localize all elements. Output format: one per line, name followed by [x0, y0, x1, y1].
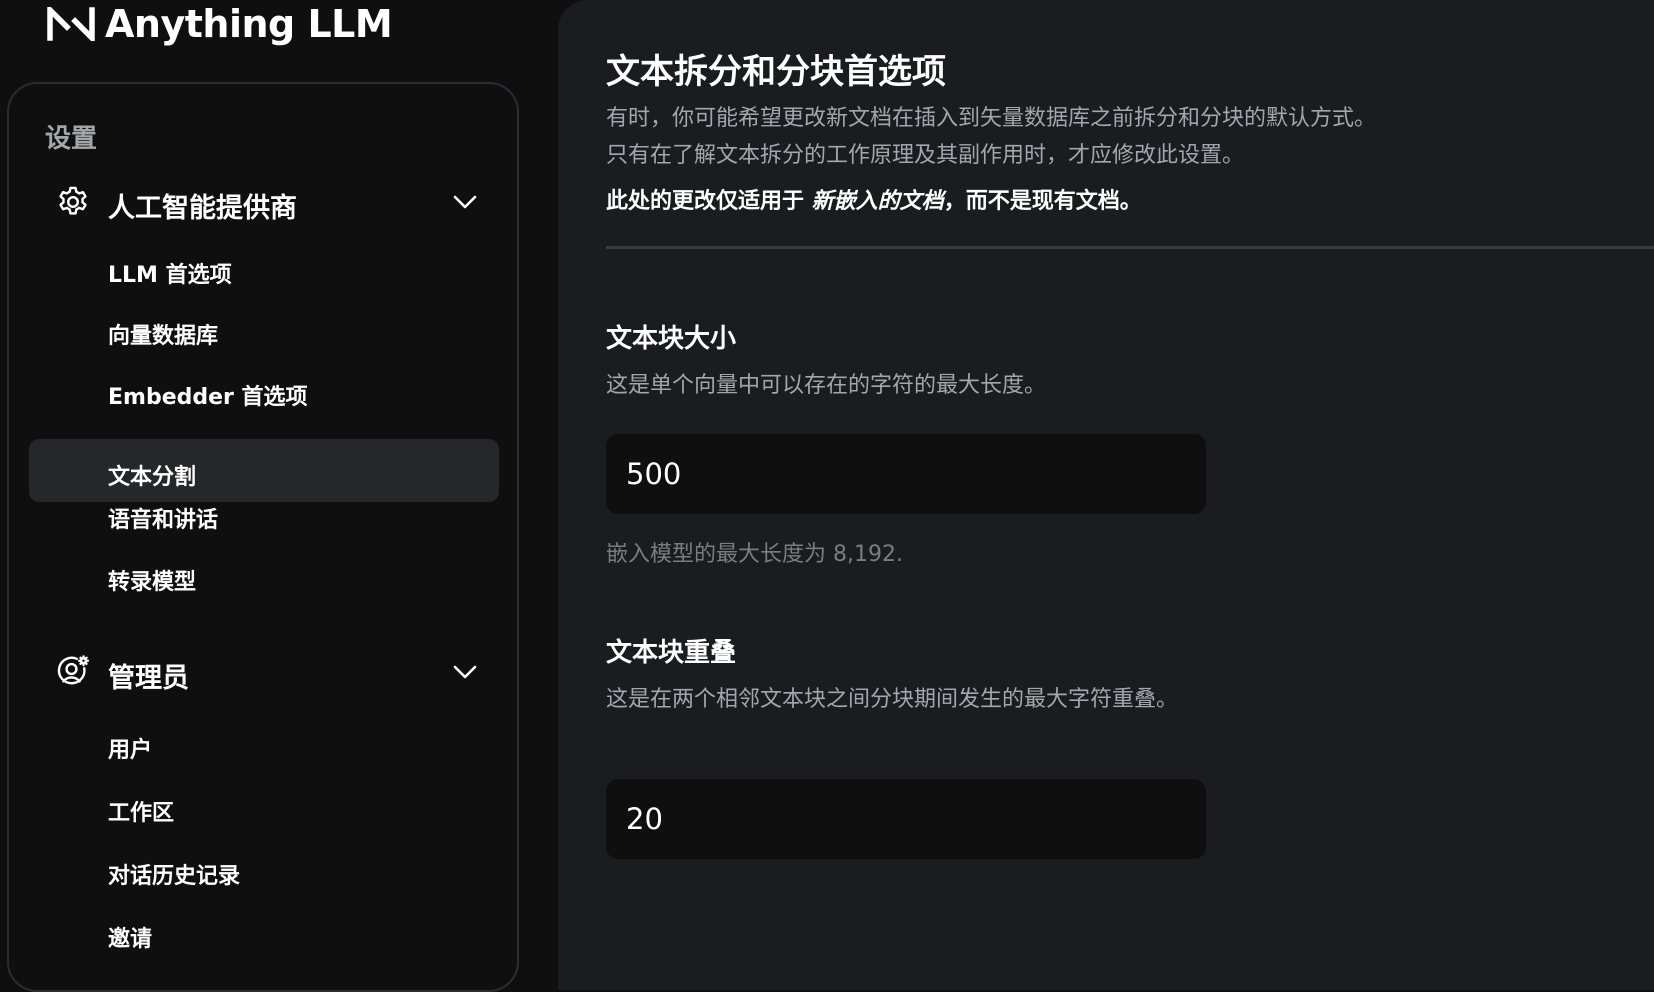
app-name: Anything LLM — [105, 2, 393, 46]
sidebar-item-voice-speech[interactable]: 语音和讲话 — [29, 484, 499, 546]
sidebar-item-chat-history[interactable]: 对话历史记录 — [29, 840, 499, 902]
sidebar-item-label: 向量数据库 — [108, 324, 219, 349]
page-title: 文本拆分和分块首选项 — [606, 52, 946, 92]
gear-icon — [59, 186, 87, 215]
sidebar-item-invites[interactable]: 邀请 — [29, 903, 499, 965]
sidebar-item-users[interactable]: 用户 — [29, 714, 499, 776]
chunk-overlap-input[interactable] — [606, 779, 1206, 859]
chunk-overlap-description: 这是在两个相邻文本块之间分块期间发生的最大字符重叠。 — [606, 687, 1179, 712]
chunk-size-label: 文本块大小 — [606, 324, 737, 354]
section-divider — [606, 246, 1654, 249]
note-suffix: ，而不是现有文档。 — [943, 189, 1142, 214]
chevron-down-icon[interactable] — [452, 662, 478, 682]
chunk-size-input[interactable] — [606, 434, 1206, 514]
sidebar-item-label: 用户 — [108, 738, 153, 763]
chunk-overlap-label: 文本块重叠 — [606, 638, 737, 668]
page-description-line-1: 有时，你可能希望更改新文档在插入到矢量数据库之前拆分和分块的默认方式。 — [606, 106, 1377, 131]
anything-llm-logo-icon — [47, 7, 95, 41]
sidebar-heading: 设置 — [45, 124, 98, 154]
page-note: 此处的更改仅适用于 新嵌入的文档，而不是现有文档。 — [606, 183, 1142, 215]
chevron-down-icon[interactable] — [452, 192, 478, 212]
sidebar-group-ai-providers[interactable]: 人工智能提供商 — [9, 174, 517, 230]
settings-sidebar: 设置 人工智能提供商 LLM 首选项 向量数据库 Embedder 首选项 文本… — [7, 82, 519, 992]
sidebar-item-embedder-preference[interactable]: Embedder 首选项 — [29, 361, 499, 423]
sidebar-item-workspaces[interactable]: 工作区 — [29, 777, 499, 839]
sidebar-item-transcription-model[interactable]: 转录模型 — [29, 546, 499, 608]
sidebar-group-admin[interactable]: 管理员 — [9, 644, 517, 700]
chunk-size-hint: 嵌入模型的最大长度为 8,192. — [606, 542, 903, 567]
chunk-size-description: 这是单个向量中可以存在的字符的最大长度。 — [606, 373, 1047, 398]
note-prefix: 此处的更改仅适用于 — [606, 189, 812, 214]
sidebar-item-label: 邀请 — [108, 927, 153, 952]
sidebar-group-label: 人工智能提供商 — [108, 193, 297, 224]
sidebar-item-label: 工作区 — [108, 801, 175, 826]
sidebar-item-label: 转录模型 — [108, 570, 197, 595]
page-description-line-2: 只有在了解文本拆分的工作原理及其副作用时，才应修改此设置。 — [606, 143, 1245, 168]
note-emphasis: 新嵌入的文档 — [811, 189, 944, 214]
user-gear-icon — [57, 655, 90, 685]
sidebar-group-label: 管理员 — [108, 663, 189, 694]
sidebar-item-label: LLM 首选项 — [108, 263, 232, 288]
sidebar-item-llm-preference[interactable]: LLM 首选项 — [29, 239, 499, 301]
sidebar-item-label: 语音和讲话 — [108, 508, 219, 533]
sidebar-item-label: 对话历史记录 — [108, 864, 241, 889]
app-logo[interactable]: Anything LLM — [47, 2, 393, 46]
sidebar-item-vector-database[interactable]: 向量数据库 — [29, 300, 499, 362]
sidebar-item-label: Embedder 首选项 — [108, 385, 308, 410]
settings-main-panel: 文本拆分和分块首选项 有时，你可能希望更改新文档在插入到矢量数据库之前拆分和分块… — [558, 0, 1654, 990]
